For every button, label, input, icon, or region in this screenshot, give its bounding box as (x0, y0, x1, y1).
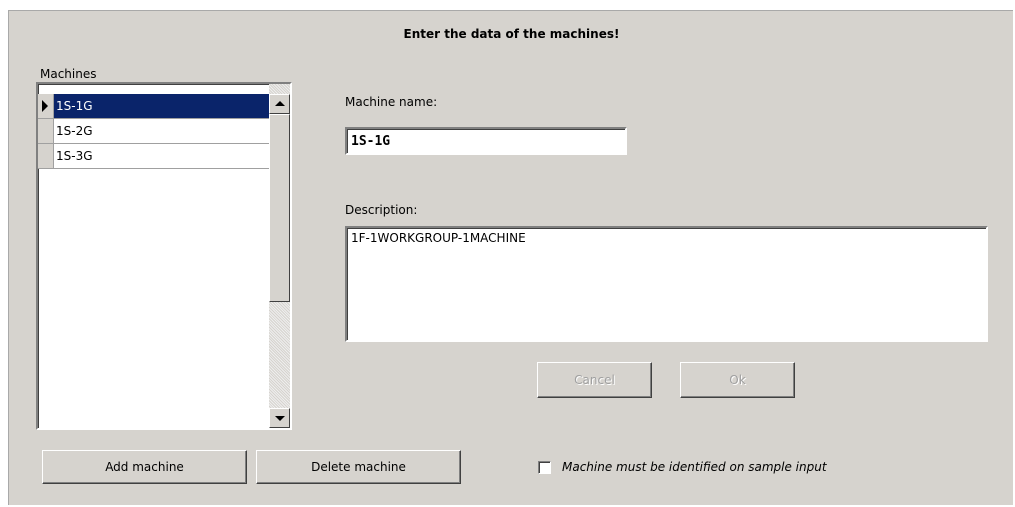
scroll-up-button[interactable] (269, 94, 290, 114)
delete-machine-button[interactable]: Delete machine (256, 450, 461, 484)
description-field[interactable]: 1F-1WORKGROUP-1MACHINE (345, 226, 988, 342)
machines-label: Machines (40, 67, 97, 81)
machines-grid[interactable]: 1S-1G 1S-2G 1S-3G (36, 82, 292, 430)
machine-row[interactable]: 1S-2G (38, 119, 271, 144)
machine-name-input[interactable] (347, 129, 625, 153)
machine-row-name: 1S-3G (56, 149, 93, 163)
identify-on-input-checkbox[interactable] (538, 461, 551, 474)
machine-row-name: 1S-2G (56, 124, 93, 138)
add-machine-button[interactable]: Add machine (42, 450, 247, 484)
machine-name-field[interactable] (345, 127, 627, 155)
dialog-title: Enter the data of the machines! (403, 27, 620, 41)
ok-button[interactable]: Ok (680, 362, 795, 398)
description-textarea[interactable]: 1F-1WORKGROUP-1MACHINE (347, 228, 986, 340)
identify-on-input-label[interactable]: Machine must be identified on sample inp… (562, 460, 827, 474)
arrow-down-icon (275, 416, 285, 421)
row-indicator[interactable] (38, 119, 54, 143)
machine-row-name: 1S-1G (56, 99, 93, 113)
row-indicator[interactable] (38, 94, 54, 118)
machine-row[interactable]: 1S-3G (38, 144, 271, 169)
description-label: Description: (345, 203, 418, 217)
machine-row[interactable]: 1S-1G (38, 94, 271, 119)
machine-name-label: Machine name: (345, 95, 438, 109)
arrow-up-icon (275, 101, 285, 106)
row-indicator[interactable] (38, 144, 54, 168)
current-row-arrow-icon (42, 100, 48, 112)
scroll-down-button[interactable] (269, 408, 290, 428)
machines-scrollbar[interactable] (269, 84, 290, 428)
scroll-thumb[interactable] (269, 114, 290, 302)
cancel-button[interactable]: Cancel (537, 362, 652, 398)
